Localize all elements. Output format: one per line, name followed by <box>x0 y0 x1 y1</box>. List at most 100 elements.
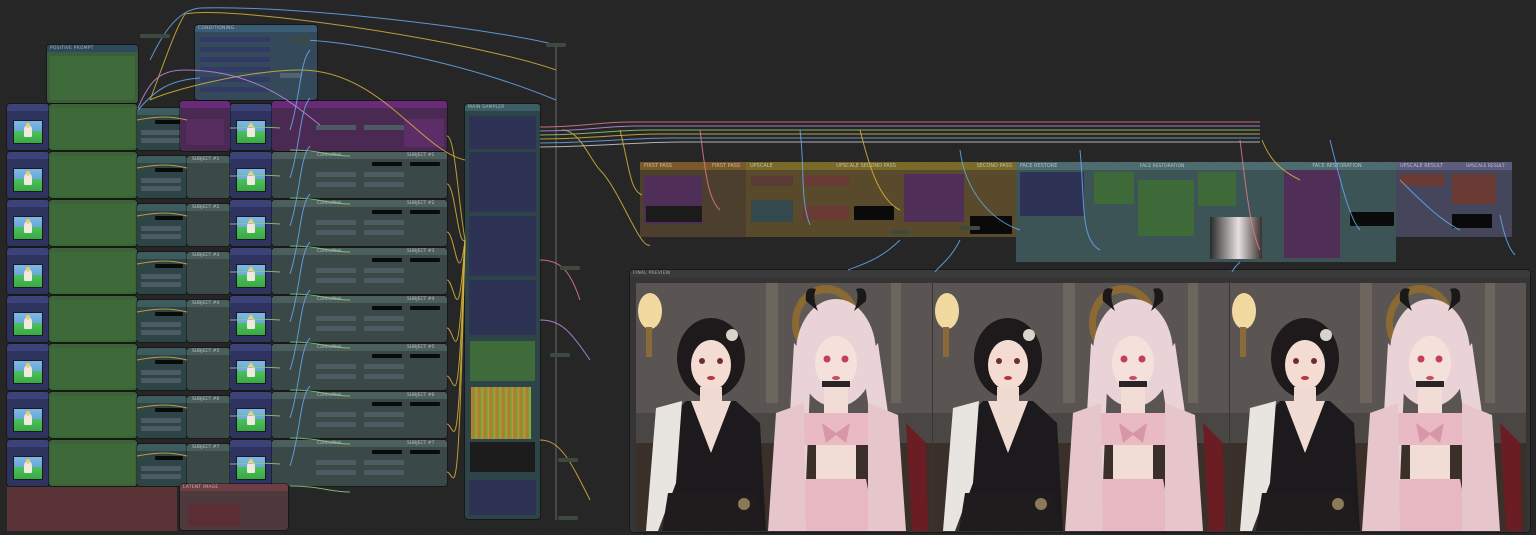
subject-label: SUBJECT #4 <box>192 301 220 306</box>
image-loader-node[interactable] <box>7 344 49 390</box>
group-face-restoration[interactable]: FACE RESTORATION <box>1278 162 1396 262</box>
subject-prompt-node[interactable] <box>49 296 137 342</box>
controlnet-image-node[interactable] <box>230 248 272 294</box>
subject-prompt-node[interactable] <box>49 104 137 150</box>
reroute-node[interactable] <box>558 458 578 462</box>
subject-mask-node[interactable]: SUBJECT #5 <box>187 348 230 390</box>
subject-prompt-node[interactable] <box>49 152 137 198</box>
reroute-node[interactable] <box>560 266 580 270</box>
latent-group[interactable] <box>7 487 177 531</box>
controlnet-apply-node[interactable]: ControlNet SUBJECT #6 <box>272 392 447 438</box>
image-loader-node[interactable] <box>7 296 49 342</box>
wire <box>539 125 1260 132</box>
subject-prompt-textbox[interactable] <box>51 204 135 244</box>
wire <box>561 129 651 246</box>
controlnet-apply-node[interactable]: ControlNet SUBJECT #7 <box>272 440 447 486</box>
controlnet-label: ControlNet <box>317 441 342 446</box>
subject-prompt-textbox[interactable] <box>51 300 135 340</box>
conditioning-node[interactable]: CONDITIONING <box>195 25 317 100</box>
controlnet-subject-label: SUBJECT #6 <box>407 393 435 398</box>
wire <box>539 439 591 501</box>
subject-prompt-node[interactable] <box>49 440 137 486</box>
subject-mask-node[interactable]: SUBJECT #2 <box>187 204 230 246</box>
subject-mask-node[interactable]: SUBJECT #6 <box>187 396 230 438</box>
preview-image-1[interactable] <box>636 283 932 531</box>
image-loader-node[interactable] <box>7 104 49 150</box>
group-upscale-result[interactable]: UPSCALE RESULT <box>1396 162 1512 237</box>
conditioning-combine-node[interactable] <box>137 204 187 246</box>
reference-image-thumbnail <box>13 264 43 288</box>
group-upscale[interactable]: UPSCALE <box>746 162 798 237</box>
group-first-pass-2[interactable]: FIRST PASS <box>708 162 746 237</box>
conditioning-combine-node[interactable] <box>137 300 187 342</box>
conditioning-combine-node[interactable] <box>137 252 187 294</box>
node-title: FINAL PREVIEW <box>630 270 1530 277</box>
subject-prompt-textbox[interactable] <box>51 348 135 388</box>
wire <box>847 239 901 271</box>
subject-prompt-textbox[interactable] <box>51 252 135 292</box>
controlnet-image-node[interactable] <box>230 344 272 390</box>
image-loader-node[interactable] <box>7 392 49 438</box>
subject-prompt-textbox[interactable] <box>51 444 135 484</box>
reference-image-thumbnail <box>13 120 43 144</box>
controlnet-image-thumbnail <box>236 120 266 144</box>
subject-prompt-node[interactable] <box>49 344 137 390</box>
subject-mask-node[interactable]: SUBJECT #3 <box>187 252 230 294</box>
group-second-pass[interactable]: SECOND PASS <box>900 162 1016 237</box>
controlnet-image-node[interactable] <box>230 440 272 486</box>
prompt-textbox[interactable] <box>50 56 135 100</box>
conditioning-combine-node[interactable] <box>137 348 187 390</box>
controlnet-image-node[interactable] <box>230 200 272 246</box>
wire <box>446 239 466 300</box>
reroute-node[interactable] <box>550 353 570 357</box>
subject-prompt-node[interactable] <box>49 392 137 438</box>
controlnet-image-node[interactable] <box>230 296 272 342</box>
subject-prompt-textbox[interactable] <box>51 156 135 196</box>
node-graph-canvas[interactable]: POSITIVE PROMPT CONDITIONING SUBJECT #1 … <box>0 0 1536 535</box>
positive-prompt-node[interactable]: POSITIVE PROMPT <box>47 45 138 103</box>
preview-image-3[interactable] <box>1230 283 1526 531</box>
controlnet-apply-node[interactable]: ControlNet SUBJECT #5 <box>272 344 447 390</box>
controlnet-apply-node[interactable]: ControlNet SUBJECT #1 <box>272 152 447 198</box>
reroute-node[interactable] <box>558 516 578 520</box>
image-loader-node[interactable] <box>7 248 49 294</box>
main-sampler-node[interactable]: MAIN SAMPLER <box>465 104 540 519</box>
subject-prompt-textbox[interactable] <box>51 396 135 436</box>
controlnet-image-node[interactable] <box>230 104 272 150</box>
node-title: CONDITIONING <box>195 25 317 32</box>
image-loader-node[interactable] <box>7 152 49 198</box>
group-face-restore[interactable]: FACE RESTORE <box>1016 162 1278 262</box>
controlnet-label: ControlNet <box>317 297 342 302</box>
controlnet-apply-node[interactable]: ControlNet SUBJECT #4 <box>272 296 447 342</box>
lora-loader-node[interactable] <box>180 101 230 151</box>
controlnet-image-node[interactable] <box>230 152 272 198</box>
subject-prompt-textbox[interactable] <box>51 108 135 148</box>
subject-prompt-node[interactable] <box>49 200 137 246</box>
subject-prompt-node[interactable] <box>49 248 137 294</box>
controlnet-label: ControlNet <box>317 345 342 350</box>
group-upscale-second-pass[interactable]: UPSCALE SECOND PASS <box>798 162 900 237</box>
subject-mask-node[interactable]: SUBJECT #7 <box>187 444 230 486</box>
image-loader-node[interactable] <box>7 440 49 486</box>
controlnet-image-thumbnail <box>236 312 266 336</box>
conditioning-combine-node[interactable] <box>137 156 187 198</box>
wire <box>446 239 466 387</box>
reroute-node[interactable] <box>546 43 566 47</box>
wire <box>446 231 466 264</box>
reference-image-thumbnail <box>13 168 43 192</box>
controlnet-header-node[interactable] <box>272 101 447 151</box>
image-loader-node[interactable] <box>7 200 49 246</box>
controlnet-apply-node[interactable]: ControlNet SUBJECT #3 <box>272 248 447 294</box>
subject-mask-node[interactable]: SUBJECT #4 <box>187 300 230 342</box>
preview-image-2[interactable] <box>933 283 1229 531</box>
subject-mask-node[interactable]: SUBJECT #1 <box>187 156 230 198</box>
reroute-node[interactable] <box>150 34 170 38</box>
latent-image-node[interactable]: LATENT IMAGE <box>180 484 288 530</box>
controlnet-image-node[interactable] <box>230 392 272 438</box>
conditioning-combine-node[interactable] <box>137 444 187 486</box>
controlnet-label: ControlNet <box>317 201 342 206</box>
conditioning-combine-node[interactable] <box>137 396 187 438</box>
reference-image-thumbnail <box>13 360 43 384</box>
controlnet-apply-node[interactable]: ControlNet SUBJECT #2 <box>272 200 447 246</box>
reroute-node[interactable] <box>140 34 160 38</box>
